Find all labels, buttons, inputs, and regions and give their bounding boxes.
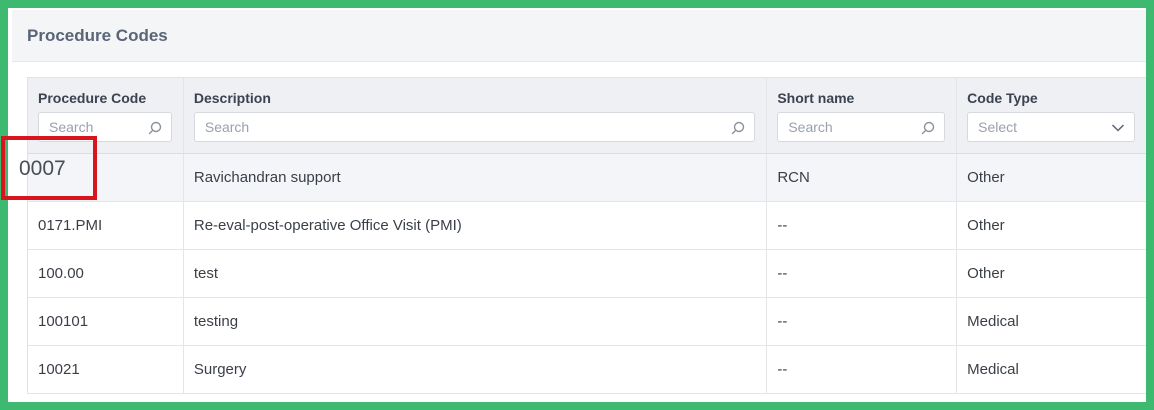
- grid-header-row: Procedure Code Description Short name: [28, 78, 1146, 154]
- description-cell: Re-eval-post-operative Office Visit (PMI…: [184, 202, 768, 249]
- panel-header: Procedure Codes: [12, 10, 1146, 62]
- table-row[interactable]: 100101 testing -- Medical: [28, 298, 1146, 346]
- short-name-cell: --: [767, 298, 958, 345]
- column-label[interactable]: Code Type: [967, 90, 1146, 106]
- code-type-cell: Other: [967, 265, 1005, 282]
- procedure-code-cell: 100.00: [28, 250, 184, 297]
- short-name-cell: --: [767, 346, 958, 393]
- description-cell: test: [184, 250, 768, 297]
- column-header-description: Description: [184, 78, 768, 153]
- chevron-down-icon: [1111, 124, 1125, 132]
- search-icon: [148, 121, 162, 135]
- short-name-cell: RCN: [767, 154, 958, 201]
- code-type-cell: Medical: [967, 313, 1019, 330]
- description-cell: Ravichandran support: [184, 154, 768, 201]
- highlighted-procedure-code[interactable]: 0007: [19, 157, 66, 181]
- procedure-code-cell: 100101: [28, 298, 184, 345]
- column-header-procedure-code: Procedure Code: [28, 78, 184, 153]
- column-header-code-type: Code Type Select: [957, 78, 1146, 153]
- search-icon: [921, 121, 935, 135]
- table-row[interactable]: 0171.PMI Re-eval-post-operative Office V…: [28, 202, 1146, 250]
- procedure-code-filter[interactable]: [38, 112, 172, 142]
- description-cell: Surgery: [184, 346, 768, 393]
- procedure-codes-panel: Procedure Codes Procedure Code Descripti…: [8, 8, 1146, 402]
- short-name-filter[interactable]: [777, 112, 946, 142]
- description-filter[interactable]: [193, 112, 756, 142]
- panel-title: Procedure Codes: [27, 26, 168, 45]
- code-type-select-placeholder: Select: [978, 119, 1018, 135]
- table-row[interactable]: Ravichandran support RCN Other: [28, 154, 1146, 202]
- code-type-cell: Medical: [967, 361, 1019, 378]
- search-icon: [732, 121, 745, 135]
- description-search-input[interactable]: [194, 113, 755, 141]
- column-header-short-name: Short name: [767, 78, 958, 153]
- description-cell: testing: [184, 298, 768, 345]
- procedure-codes-grid: Procedure Code Description Short name: [27, 77, 1146, 394]
- column-label[interactable]: Procedure Code: [38, 90, 183, 106]
- code-type-cell: Other: [967, 169, 1005, 186]
- code-type-cell: Other: [967, 217, 1005, 234]
- code-type-select[interactable]: Select: [967, 112, 1135, 142]
- procedure-code-cell: 0171.PMI: [28, 202, 184, 249]
- table-row[interactable]: 100.00 test -- Other: [28, 250, 1146, 298]
- column-label[interactable]: Description: [194, 90, 766, 106]
- column-label[interactable]: Short name: [777, 90, 956, 106]
- table-row[interactable]: 10021 Surgery -- Medical: [28, 346, 1146, 394]
- short-name-cell: --: [767, 250, 958, 297]
- procedure-code-cell: 10021: [28, 346, 184, 393]
- short-name-cell: --: [767, 202, 958, 249]
